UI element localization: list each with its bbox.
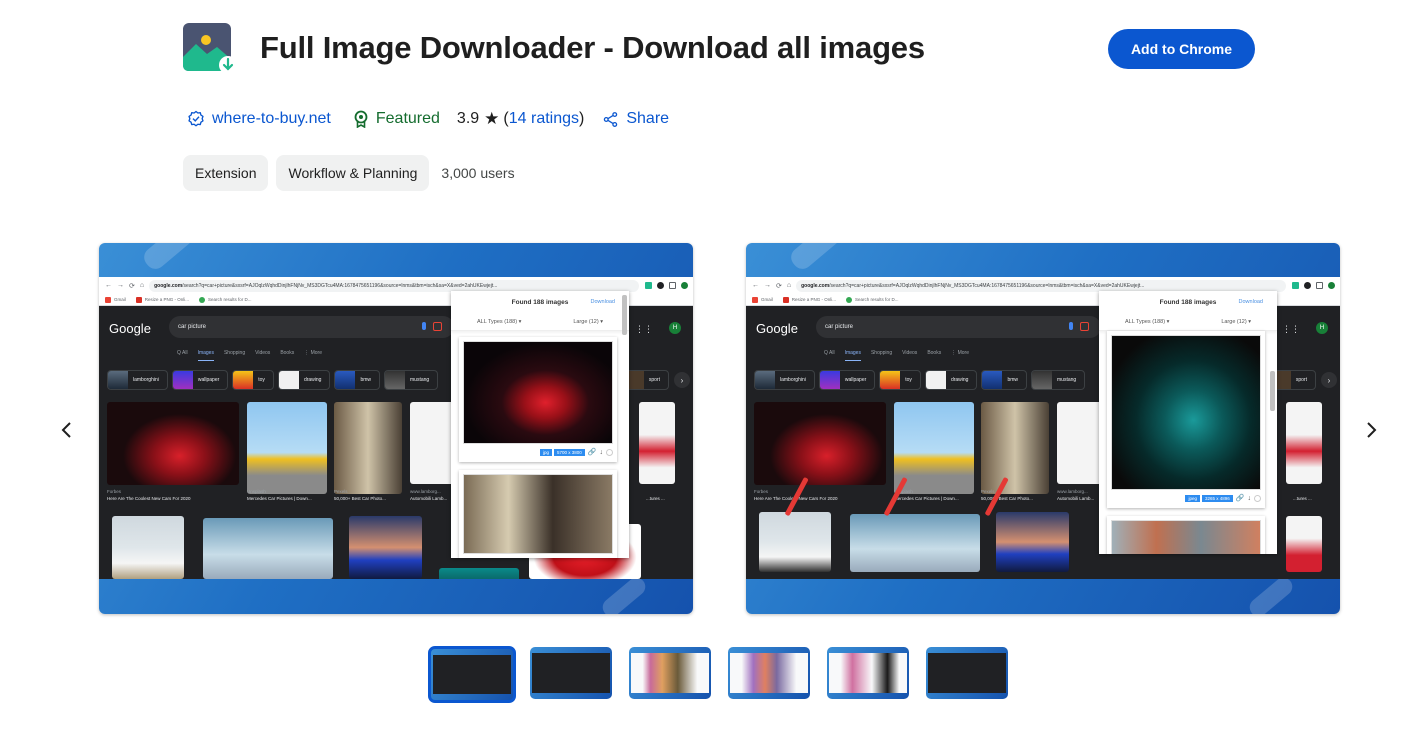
carousel-next-button[interactable] (1356, 415, 1386, 445)
avatar: H (669, 322, 681, 334)
share-button[interactable]: Share (602, 110, 669, 128)
address-bar: google.com/search?q=car+picture&sxsrf=AJ… (796, 279, 1286, 292)
extension-icon (1292, 282, 1299, 289)
thumbnail-5[interactable] (827, 647, 909, 699)
forward-icon: → (764, 282, 771, 289)
bookmark: Search results for D... (846, 296, 899, 303)
thumbnail-6[interactable] (926, 647, 1008, 699)
extension-detail-page: Full Image Downloader - Download all ima… (0, 0, 1425, 742)
rating-summary: 3.9 ★ (14 ratings) (457, 109, 584, 129)
page-title: Full Image Downloader - Download all ima… (260, 30, 925, 65)
google-chips: lamborghini wallpaper toy drawing bmw mu… (754, 370, 1089, 390)
decor-stripe (599, 574, 649, 614)
forward-icon: → (117, 282, 124, 289)
browser-window: ← → ⟳ ⌂ google.com/search?q=car+picture&… (99, 277, 693, 579)
verified-badge-icon (188, 110, 204, 127)
chevron-left-icon (61, 422, 71, 438)
add-to-chrome-button[interactable]: Add to Chrome (1108, 29, 1255, 69)
url-host: google.com (801, 282, 830, 289)
url-path: /search?q=car+picture&sxsrf=AJOqlzWqhdDi… (182, 282, 498, 289)
apps-icon: ⋮⋮ (1282, 324, 1300, 334)
featured-label: Featured (375, 110, 440, 127)
extension-meta-row: where-to-buy.net Featured 3.9 ★ (14 rati… (187, 107, 669, 131)
bookmark: Resize a PNG - Onli... (782, 296, 836, 303)
user-count: 3,000 users (441, 165, 515, 181)
home-icon: ⌂ (139, 282, 145, 289)
address-bar: google.com/search?q=car+picture&sxsrf=AJ… (149, 279, 639, 292)
tag-chips: Extension Workflow & Planning 3,000 user… (183, 155, 515, 191)
back-icon: ← (752, 282, 759, 289)
google-chips: lamborghini wallpaper toy drawing bmw mu… (107, 370, 442, 390)
search-query: car picture (825, 324, 854, 330)
extension-popup: Found 188 images Download ALL Types (188)… (1099, 291, 1277, 554)
google-logo: Google (109, 321, 151, 336)
google-tabs: Q All Images Shopping Videos Books ⋮ More (824, 350, 979, 361)
sidepanel-icon (1316, 282, 1323, 289)
bookmark: Gmail (105, 296, 126, 303)
share-icon (604, 111, 618, 127)
image-download-icon (183, 23, 237, 75)
home-icon: ⌂ (786, 282, 792, 289)
search-query: car picture (178, 324, 207, 330)
thumbnail-1[interactable] (428, 646, 516, 703)
thumbnail-4[interactable] (728, 647, 810, 699)
thumbnail-2[interactable] (530, 647, 612, 699)
profile-icon (681, 282, 688, 289)
bookmark: Resize a PNG - Onli... (135, 296, 189, 303)
bookmark: Gmail (752, 296, 773, 303)
google-search-box: car picture (816, 316, 1101, 338)
carousel-thumbnails (428, 646, 1025, 703)
decor-stripe (140, 243, 208, 273)
award-ribbon-icon (354, 110, 368, 128)
ratings-count-link[interactable]: 14 ratings (509, 110, 579, 128)
back-icon: ← (105, 282, 112, 289)
carousel-prev-button[interactable] (52, 415, 82, 445)
featured-badge: Featured (353, 110, 440, 128)
avatar: H (1316, 322, 1328, 334)
chip-extension[interactable]: Extension (183, 155, 269, 191)
chip-category[interactable]: Workflow & Planning (276, 155, 430, 191)
screenshot-slide-2[interactable]: ← → ⟳ ⌂ google.com/search?q=car+picture&… (746, 243, 1340, 614)
google-logo: Google (756, 321, 798, 336)
profile-icon (1328, 282, 1335, 289)
decor-stripe (787, 243, 855, 273)
puzzle-icon (657, 282, 664, 289)
google-tabs: Q All Images Shopping Videos Books ⋮ More (177, 350, 332, 361)
apps-icon: ⋮⋮ (635, 324, 653, 334)
star-icon: ★ (484, 109, 500, 128)
reload-icon: ⟳ (129, 282, 135, 290)
extension-popup: Found 188 images Download ALL Types (188)… (451, 291, 629, 558)
rating-value: 3.9 (456, 110, 480, 127)
puzzle-icon (1304, 282, 1311, 289)
google-search-box: car picture (169, 316, 454, 338)
ratings-close-paren: ) (579, 110, 585, 127)
share-label: Share (626, 110, 670, 127)
extension-icon (645, 282, 652, 289)
thumbnail-3[interactable] (629, 647, 711, 699)
chevron-right-icon (1367, 422, 1377, 438)
bookmark: Search results for D... (199, 296, 252, 303)
browser-window: ← → ⟳ ⌂ google.com/search?q=car+picture&… (746, 277, 1340, 579)
publisher-link[interactable]: where-to-buy.net (187, 110, 331, 128)
screenshot-slide-1[interactable]: ← → ⟳ ⌂ google.com/search?q=car+picture&… (99, 243, 693, 614)
url-host: google.com (154, 282, 183, 289)
reload-icon: ⟳ (776, 282, 782, 290)
publisher-name: where-to-buy.net (212, 110, 331, 127)
sidepanel-icon (669, 282, 676, 289)
decor-stripe (1246, 574, 1296, 614)
url-path: /search?q=car+picture&sxsrf=AJOqlzWqhdDi… (829, 282, 1145, 289)
